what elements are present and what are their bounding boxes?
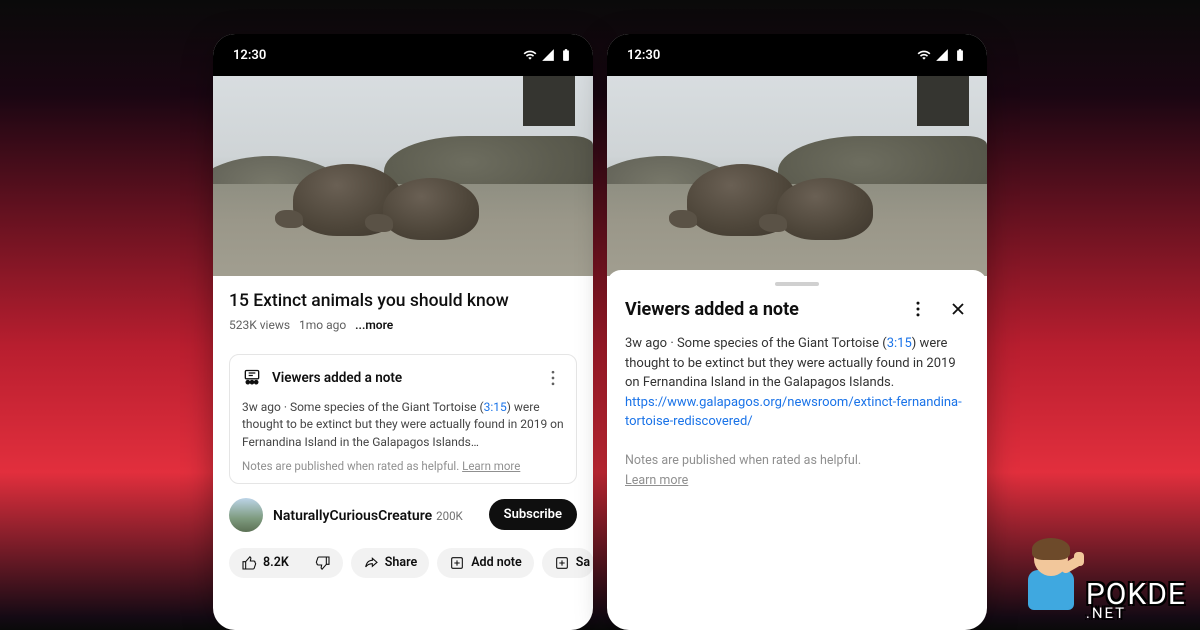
- status-time: 12:30: [627, 48, 660, 63]
- wifi-icon: [917, 48, 931, 62]
- note-body: 3w ago · Some species of the Giant Torto…: [242, 399, 564, 451]
- watermark: POKDE .NET: [1020, 540, 1186, 620]
- status-bar: 12:30: [607, 34, 987, 76]
- note-disclaimer: Notes are published when rated as helpfu…: [242, 459, 564, 473]
- like-count: 8.2K: [263, 555, 289, 570]
- more-vert-icon: [908, 299, 928, 319]
- subscribe-button[interactable]: Subscribe: [489, 499, 577, 530]
- close-icon: [948, 299, 968, 319]
- channel-name[interactable]: NaturallyCuriousCreature: [273, 508, 432, 524]
- dislike-button[interactable]: [303, 548, 343, 578]
- sheet-source-link[interactable]: https://www.galapagos.org/newsroom/extin…: [625, 395, 962, 430]
- note-icon: [242, 368, 262, 388]
- watermark-text: POKDE .NET: [1086, 582, 1186, 620]
- video-title[interactable]: 15 Extinct animals you should know: [229, 290, 577, 313]
- video-thumbnail[interactable]: [213, 76, 593, 276]
- save-icon: [554, 555, 570, 571]
- note-bottom-sheet: Viewers added a note 3w ago · Some speci…: [607, 270, 987, 509]
- phone-left: 12:30 15 Extinct animals you should know…: [213, 34, 593, 630]
- viewer-note-card[interactable]: Viewers added a note 3w ago · Some speci…: [229, 354, 577, 484]
- battery-icon: [559, 48, 573, 62]
- note-timestamp[interactable]: 3:15: [484, 400, 507, 414]
- note-heading: Viewers added a note: [272, 370, 532, 386]
- more-link[interactable]: ...more: [355, 318, 393, 332]
- sheet-title: Viewers added a note: [625, 299, 897, 320]
- note-age: 3w ago: [242, 400, 281, 414]
- learn-more-link[interactable]: Learn more: [462, 459, 520, 473]
- more-vert-icon: [543, 368, 563, 388]
- signal-icon: [935, 48, 949, 62]
- share-icon: [363, 555, 379, 571]
- sheet-menu-button[interactable]: [907, 298, 929, 320]
- sheet-close-button[interactable]: [947, 298, 969, 320]
- share-button[interactable]: Share: [351, 548, 429, 578]
- status-icons: [523, 48, 573, 62]
- action-row: 8.2K Share Add note Sa: [213, 542, 593, 590]
- like-button[interactable]: 8.2K: [229, 548, 303, 578]
- thumb-down-icon: [315, 555, 331, 571]
- signal-icon: [541, 48, 555, 62]
- watermark-mascot: [1020, 540, 1084, 620]
- add-note-icon: [449, 555, 465, 571]
- phone-right: 12:30 Viewers added a note: [607, 34, 987, 630]
- video-views: 523K views: [229, 318, 290, 332]
- sheet-grabber[interactable]: [775, 282, 819, 286]
- sheet-disclaimer: Notes are published when rated as helpfu…: [625, 452, 969, 492]
- sheet-learn-more-link[interactable]: Learn more: [625, 472, 969, 491]
- thumb-up-icon: [241, 555, 257, 571]
- video-age: 1mo ago: [299, 318, 346, 332]
- video-meta[interactable]: 523K views 1mo ago ...more: [229, 318, 577, 332]
- channel-row[interactable]: NaturallyCuriousCreature 200K Subscribe: [213, 484, 593, 542]
- channel-subs: 200K: [436, 509, 463, 523]
- status-time: 12:30: [233, 48, 266, 63]
- status-icons: [917, 48, 967, 62]
- note-menu-button[interactable]: [542, 367, 564, 389]
- add-note-button[interactable]: Add note: [437, 548, 534, 578]
- sheet-timestamp[interactable]: 3:15: [887, 336, 912, 351]
- status-bar: 12:30: [213, 34, 593, 76]
- video-thumbnail[interactable]: [607, 76, 987, 276]
- save-button[interactable]: Sa: [542, 548, 593, 578]
- wifi-icon: [523, 48, 537, 62]
- sheet-age: 3w ago: [625, 336, 667, 351]
- channel-avatar[interactable]: [229, 498, 263, 532]
- battery-icon: [953, 48, 967, 62]
- sheet-body: 3w ago · Some species of the Giant Torto…: [625, 334, 969, 432]
